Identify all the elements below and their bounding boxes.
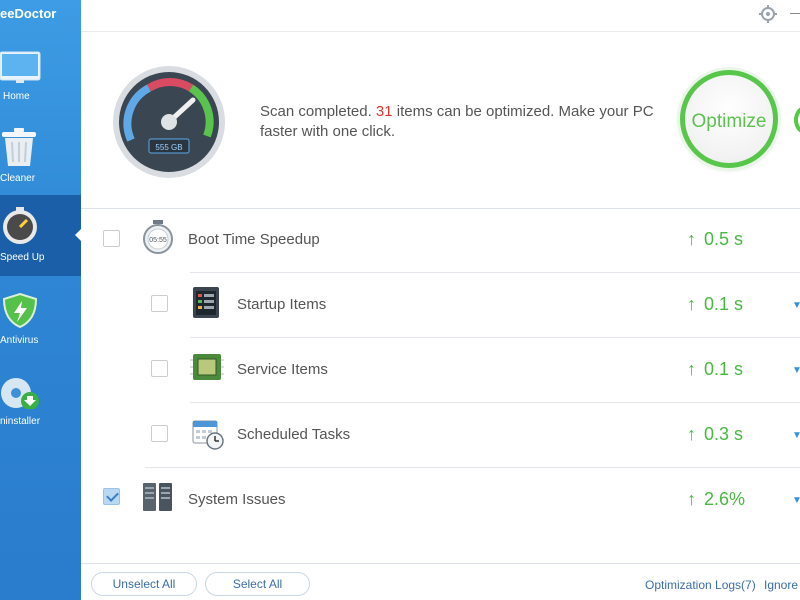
gauge-label: 555 GB [155,143,182,152]
sidebar-item-label: Antivirus [0,335,39,346]
scan-count: 31 [375,103,393,120]
sidebar-item-antivirus[interactable]: Antivirus [0,278,81,359]
sidebar-item-label: Cleaner [0,173,36,184]
unselect-all-button[interactable]: Unselect All [91,572,197,596]
up-arrow-icon: ↑ [687,424,696,444]
disc-download-icon [1,378,39,409]
chevron-down-icon[interactable]: ▼ [792,300,800,311]
select-all-button[interactable]: Select All [205,572,310,596]
up-arrow-icon: ↑ [687,489,696,509]
chevron-down-icon[interactable]: ▼ [792,365,800,376]
sidebar-item-label: Speed Up [0,252,45,263]
row-value: ↑ 2.6% [687,489,745,510]
row-label: Boot Time Speedup [188,231,320,248]
row-value-text: 2.6% [704,489,746,509]
calendar-clock-icon [192,420,224,450]
list-item-system-issues[interactable]: System Issues ↑ 2.6% ▼ [81,468,800,532]
startup-items-checkbox[interactable] [151,295,168,312]
service-items-checkbox[interactable] [151,360,168,377]
boot-clock-icon: 05:55 [143,220,173,254]
scan-summary: Scan completed. 31 items can be optimize… [260,102,660,142]
sidebar-item-label: ninstaller [0,416,41,427]
stopwatch-icon [3,207,37,244]
scheduled-tasks-checkbox[interactable] [151,425,168,442]
row-value-text: 0.1 s [704,294,744,314]
sidebar-item-uninstaller[interactable]: ninstaller [0,359,81,440]
app-title: eeDoctor [0,6,57,21]
clock-text: 05:55 [149,237,167,244]
optimization-logs-link[interactable]: Optimization Logs(7) [645,578,756,592]
sidebar: eeDoctor Home Cleaner Speed Up Antivirus… [0,0,81,600]
minimize-button[interactable] [790,0,800,14]
list-item-scheduled-tasks[interactable]: Scheduled Tasks ↑ 0.3 s ▼ [81,403,800,467]
ignore-link[interactable]: Ignore [764,578,798,592]
system-issues-checkbox[interactable] [103,488,120,505]
topbar-divider [81,31,800,32]
sidebar-item-label: Home [3,91,30,102]
row-label: Service Items [237,361,328,378]
row-value-text: 0.3 s [704,424,744,444]
row-value: ↑ 0.5 s [687,229,743,250]
startup-list-icon [193,287,219,318]
up-arrow-icon: ↑ [687,359,696,379]
chip-icon [190,354,224,380]
up-arrow-icon: ↑ [687,229,696,249]
footer-divider [81,563,800,564]
row-value: ↑ 0.1 s [687,359,743,380]
row-value: ↑ 0.3 s [687,424,743,445]
server-icon [143,483,172,511]
row-value-text: 0.1 s [704,359,744,379]
sidebar-item-home[interactable]: Home [0,34,81,115]
list-item-startup-items[interactable]: Startup Items ↑ 0.1 s ▼ [81,273,800,337]
boot-time-checkbox[interactable] [103,230,120,247]
row-label: Scheduled Tasks [237,426,351,443]
list-item-service-items[interactable]: Service Items ↑ 0.1 s ▼ [81,338,800,402]
up-arrow-icon: ↑ [687,294,696,314]
speed-gauge-icon: 555 GB [113,66,225,178]
row-label: Startup Items [237,296,327,313]
row-value: ↑ 0.1 s [687,294,743,315]
list-item-boot-time-speedup[interactable]: 05:55 Boot Time Speedup ↑ 0.5 s [81,208,800,272]
optimize-dropdown-button[interactable] [794,106,800,134]
optimize-label: Optimize [691,111,767,132]
row-label: System Issues [188,491,286,508]
row-value-text: 0.5 s [704,229,744,249]
scan-prefix: Scan completed. [260,103,376,120]
trash-icon [2,128,36,166]
sidebar-item-cleaner[interactable]: Cleaner [0,116,81,197]
monitor-icon [0,51,41,83]
chevron-down-icon[interactable]: ▼ [792,430,800,441]
chevron-down-icon[interactable]: ▼ [792,495,800,506]
sidebar-item-speed-up[interactable]: Speed Up [0,195,81,276]
optimize-button[interactable]: Optimize [680,70,778,168]
shield-icon [2,292,38,328]
gear-icon[interactable] [759,5,777,23]
